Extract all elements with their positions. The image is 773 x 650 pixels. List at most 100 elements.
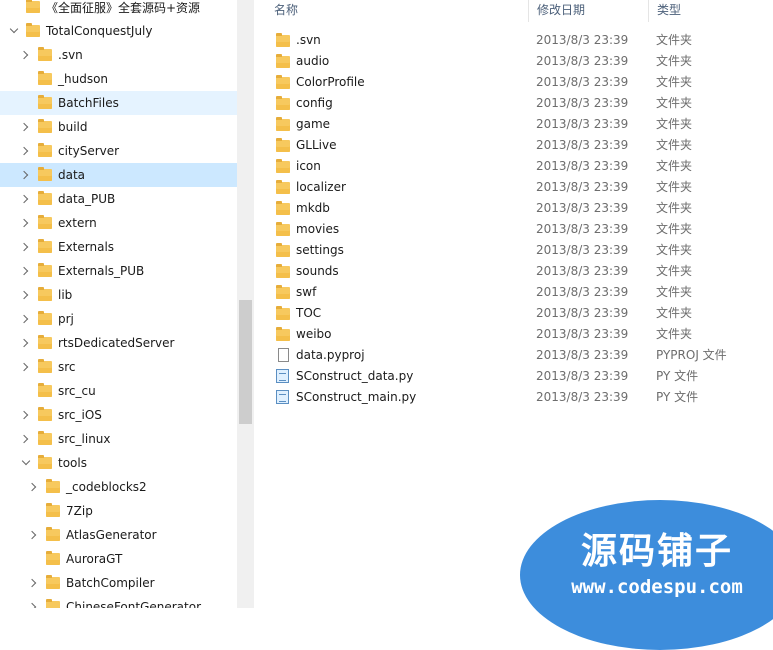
chevron-right-icon[interactable]: [30, 579, 38, 587]
folder-icon: [276, 137, 290, 152]
file-row[interactable]: ColorProfile 2013/8/3 23:39 文件夹: [276, 71, 771, 92]
file-modified-date: 2013/8/3 23:39: [536, 179, 629, 194]
file-type: 文件夹: [656, 117, 693, 131]
column-header-name[interactable]: 名称: [266, 0, 530, 22]
tree-item[interactable]: BatchCompiler: [0, 571, 237, 595]
chevron-right-icon[interactable]: [22, 51, 30, 59]
file-row[interactable]: mkdb 2013/8/3 23:39 文件夹: [276, 197, 771, 218]
folder-icon: [38, 191, 52, 205]
nav-scrollbar-thumb[interactable]: [239, 300, 252, 424]
tree-item[interactable]: BatchFiles: [0, 91, 237, 115]
tree-item-label: 7Zip: [66, 504, 93, 518]
chevron-right-icon[interactable]: [22, 171, 30, 179]
chevron-down-icon[interactable]: [22, 459, 30, 467]
tree-item[interactable]: src_linux: [0, 427, 237, 451]
tree-item[interactable]: lib: [0, 283, 237, 307]
file-type: 文件夹: [656, 222, 693, 236]
column-header-row: 名称 修改日期 类型: [254, 0, 773, 22]
file-modified-date: 2013/8/3 23:39: [536, 200, 629, 215]
tree-item[interactable]: Externals: [0, 235, 237, 259]
nav-scrollbar[interactable]: [237, 0, 254, 608]
file-row[interactable]: sounds 2013/8/3 23:39 文件夹: [276, 260, 771, 281]
tree-item[interactable]: data_PUB: [0, 187, 237, 211]
python-file-icon: [276, 368, 289, 383]
tree-item[interactable]: 《全面征服》全套源码+资源: [0, 0, 237, 19]
chevron-right-icon[interactable]: [30, 531, 38, 539]
file-row[interactable]: localizer 2013/8/3 23:39 文件夹: [276, 176, 771, 197]
chevron-right-icon[interactable]: [22, 339, 30, 347]
tree-item-label: TotalConquestJuly: [46, 24, 153, 38]
tree-item[interactable]: AtlasGenerator: [0, 523, 237, 547]
file-row[interactable]: TOC 2013/8/3 23:39 文件夹: [276, 302, 771, 323]
file-row[interactable]: swf 2013/8/3 23:39 文件夹: [276, 281, 771, 302]
chevron-right-icon[interactable]: [22, 315, 30, 323]
tree-item-label: BatchFiles: [58, 96, 119, 110]
folder-icon: [38, 215, 52, 229]
file-row[interactable]: .svn 2013/8/3 23:39 文件夹: [276, 29, 771, 50]
tree-item-label: rtsDedicatedServer: [58, 336, 175, 350]
column-header-date[interactable]: 修改日期: [528, 0, 648, 22]
folder-icon: [26, 0, 40, 13]
file-row[interactable]: settings 2013/8/3 23:39 文件夹: [276, 239, 771, 260]
file-row[interactable]: SConstruct_data.py 2013/8/3 23:39 PY 文件: [276, 365, 771, 386]
tree-item[interactable]: _hudson: [0, 67, 237, 91]
file-name: swf: [296, 284, 317, 299]
tree-item[interactable]: cityServer: [0, 139, 237, 163]
tree-item[interactable]: extern: [0, 211, 237, 235]
chevron-right-icon[interactable]: [30, 483, 38, 491]
file-row[interactable]: config 2013/8/3 23:39 文件夹: [276, 92, 771, 113]
file-name: weibo: [296, 326, 332, 341]
folder-icon: [276, 242, 290, 257]
chevron-right-icon[interactable]: [22, 267, 30, 275]
chevron-right-icon[interactable]: [22, 435, 30, 443]
folder-icon: [46, 479, 60, 493]
file-type: 文件夹: [656, 180, 693, 194]
chevron-right-icon[interactable]: [22, 243, 30, 251]
watermark-title: 源码铺子: [580, 531, 733, 572]
folder-icon: [38, 287, 52, 301]
file-row[interactable]: audio 2013/8/3 23:39 文件夹: [276, 50, 771, 71]
chevron-right-icon[interactable]: [30, 603, 38, 608]
tree-item[interactable]: prj: [0, 307, 237, 331]
file-modified-date: 2013/8/3 23:39: [536, 32, 629, 47]
chevron-right-icon[interactable]: [22, 219, 30, 227]
folder-icon: [276, 326, 290, 341]
tree-item[interactable]: _codeblocks2: [0, 475, 237, 499]
tree-item[interactable]: src: [0, 355, 237, 379]
tree-item[interactable]: AuroraGT: [0, 547, 237, 571]
folder-icon: [38, 407, 52, 421]
chevron-right-icon[interactable]: [22, 195, 30, 203]
tree-item-label: cityServer: [58, 144, 120, 158]
chevron-right-icon[interactable]: [22, 147, 30, 155]
file-row[interactable]: weibo 2013/8/3 23:39 文件夹: [276, 323, 771, 344]
tree-item[interactable]: src_cu: [0, 379, 237, 403]
chevron-right-icon[interactable]: [22, 291, 30, 299]
tree-item[interactable]: build: [0, 115, 237, 139]
file-name: mkdb: [296, 200, 330, 215]
file-row[interactable]: icon 2013/8/3 23:39 文件夹: [276, 155, 771, 176]
file-row[interactable]: SConstruct_main.py 2013/8/3 23:39 PY 文件: [276, 386, 771, 407]
chevron-right-icon[interactable]: [22, 123, 30, 131]
tree-item[interactable]: Externals_PUB: [0, 259, 237, 283]
tree-item[interactable]: src_iOS: [0, 403, 237, 427]
tree-item[interactable]: .svn: [0, 43, 237, 67]
tree-item[interactable]: data: [0, 163, 237, 187]
file-row[interactable]: movies 2013/8/3 23:39 文件夹: [276, 218, 771, 239]
file-type: 文件夹: [656, 243, 693, 257]
folder-icon: [38, 431, 52, 445]
file-row[interactable]: data.pyproj 2013/8/3 23:39 PYPROJ 文件: [276, 344, 771, 365]
file-row[interactable]: GLLive 2013/8/3 23:39 文件夹: [276, 134, 771, 155]
tree-item[interactable]: 7Zip: [0, 499, 237, 523]
tree-item[interactable]: tools: [0, 451, 237, 475]
tree-item[interactable]: rtsDedicatedServer: [0, 331, 237, 355]
chevron-right-icon[interactable]: [22, 363, 30, 371]
tree-item-label: src_iOS: [58, 408, 102, 422]
chevron-down-icon[interactable]: [10, 27, 18, 35]
tree-item[interactable]: TotalConquestJuly: [0, 19, 237, 43]
navigation-tree: 《全面征服》全套源码+资源 TotalConquestJuly .svn _hudso…: [0, 0, 237, 608]
tree-item[interactable]: ChineseFontGenerator: [0, 595, 237, 608]
folder-icon: [276, 284, 290, 299]
column-header-type[interactable]: 类型: [648, 0, 773, 22]
chevron-right-icon[interactable]: [22, 411, 30, 419]
file-row[interactable]: game 2013/8/3 23:39 文件夹: [276, 113, 771, 134]
